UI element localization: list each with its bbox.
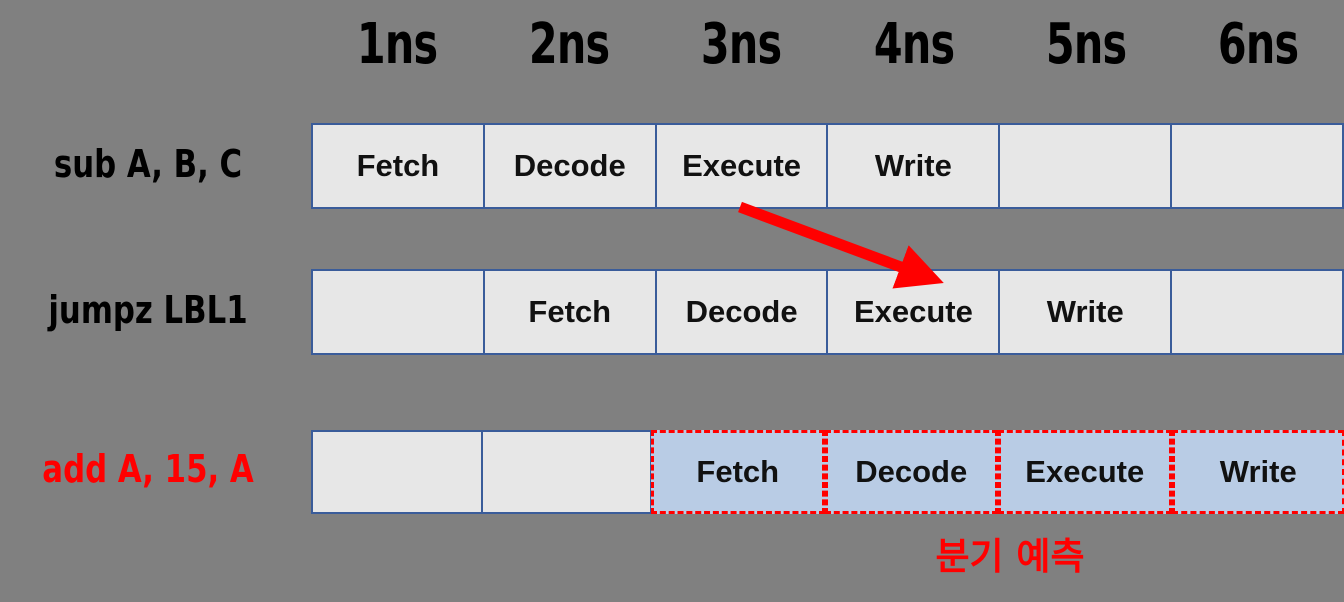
pipeline-stage-cell: Execute [827, 269, 1000, 355]
pipeline-stage-cell [481, 430, 651, 514]
time-tick-2ns: 2ns [529, 11, 610, 77]
pipeline-stage-cell: Execute [655, 123, 828, 209]
pipeline-stage-cell: Write [827, 123, 1000, 209]
pipeline-stage-cell-predicted: Fetch [651, 430, 825, 514]
instruction-label-sub: sub A, B, C [53, 142, 243, 186]
pipeline-stage-cell: Fetch [311, 123, 484, 209]
time-tick-6ns: 6ns [1217, 11, 1299, 77]
pipeline-stage-cell-predicted: Decode [824, 430, 998, 514]
time-tick-3ns: 3ns [701, 11, 782, 77]
branch-prediction-caption: 분기 예측 [935, 535, 1085, 578]
pipeline-stage-cell [1171, 123, 1344, 209]
pipeline-row-sub: Fetch Decode Execute Write [311, 123, 1344, 209]
time-tick-4ns: 4ns [873, 11, 954, 77]
pipeline-stage-cell: Write [999, 269, 1172, 355]
time-axis: 1ns 2ns 3ns 4ns 5ns 6ns [311, 0, 1344, 110]
time-tick-1ns: 1ns [356, 11, 438, 77]
pipeline-stage-cell: Decode [655, 269, 828, 355]
pipeline-row-jumpz: Fetch Decode Execute Write [311, 269, 1344, 355]
instruction-label-add: add A, 15, A [42, 447, 254, 491]
pipeline-stage-cell [1171, 269, 1344, 355]
pipeline-stage-cell [311, 269, 484, 355]
pipeline-stage-cell-predicted: Write [1171, 430, 1344, 514]
pipeline-stage-cell-predicted: Execute [998, 430, 1172, 514]
pipeline-stage-cell [311, 430, 482, 514]
diagram-canvas: 1ns 2ns 3ns 4ns 5ns 6ns sub A, B, C Fetc… [0, 0, 1344, 602]
pipeline-stage-cell: Fetch [483, 269, 656, 355]
pipeline-stage-cell: Decode [483, 123, 656, 209]
pipeline-row-add: Fetch Decode Execute Write [311, 430, 1344, 514]
pipeline-stage-cell [999, 123, 1172, 209]
instruction-label-jumpz: jumpz LBL1 [48, 288, 248, 332]
time-tick-5ns: 5ns [1045, 11, 1127, 77]
